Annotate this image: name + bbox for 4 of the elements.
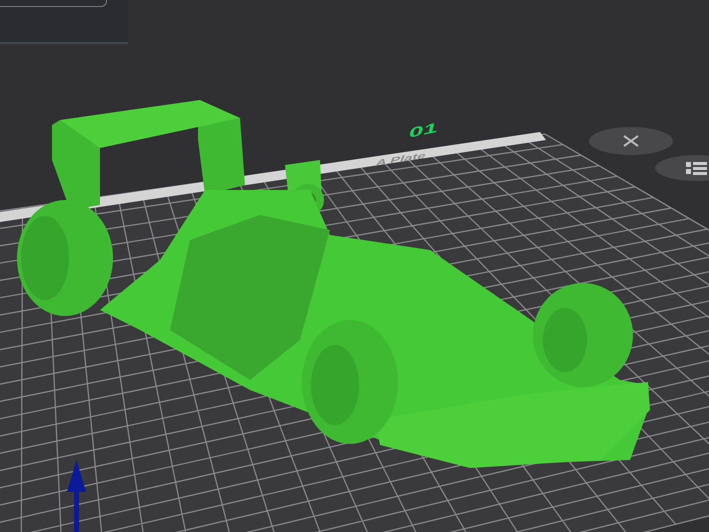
plate-name: A Plate <box>374 150 428 168</box>
z-axis-arrow <box>67 460 86 532</box>
plate-number: 01 <box>407 119 440 142</box>
arrange-icon <box>684 160 709 176</box>
